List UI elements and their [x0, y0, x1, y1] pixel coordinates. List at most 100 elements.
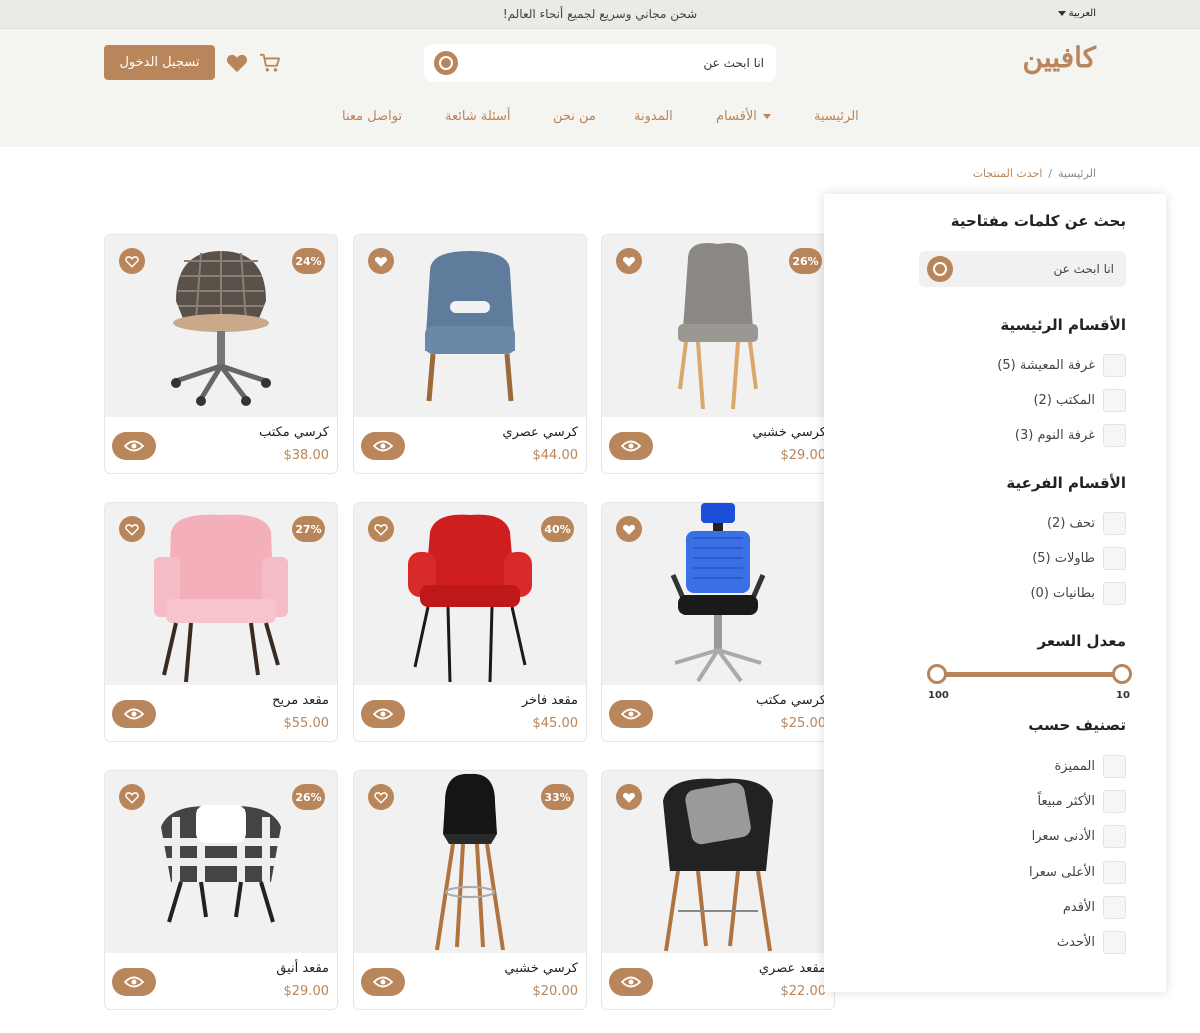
breadcrumb-home[interactable]: الرئيسية	[1058, 167, 1096, 180]
sort-option[interactable]: المميزة	[1054, 754, 1126, 778]
quick-view-button[interactable]	[361, 700, 405, 728]
product-card[interactable]: 33% كرسي خشبي $20.00	[353, 770, 587, 1010]
sort-option[interactable]: الأعلى سعرا	[1029, 860, 1126, 884]
product-card[interactable]: كرسي مكتب $25.00	[601, 502, 835, 742]
language-selector[interactable]: العربية	[1057, 8, 1096, 19]
product-name[interactable]: كرسي مكتب	[756, 693, 826, 708]
product-card[interactable]: 40% مقعد فاخر $45.00	[353, 502, 587, 742]
sub-categories-title: الأقسام الفرعية	[1006, 474, 1126, 492]
checkbox[interactable]	[1103, 895, 1126, 919]
eye-icon	[621, 708, 641, 720]
product-name[interactable]: مقعد عصري	[759, 961, 826, 976]
favorite-button[interactable]	[119, 248, 145, 274]
search-input[interactable]	[468, 44, 764, 82]
eye-icon	[124, 976, 144, 988]
checkbox[interactable]	[1103, 754, 1126, 778]
product-price: $44.00	[532, 448, 579, 463]
checkbox[interactable]	[1103, 824, 1126, 848]
option-label: بطانيات (0)	[1030, 585, 1095, 601]
product-name[interactable]: مقعد أنيق	[276, 961, 329, 976]
quick-view-button[interactable]	[609, 432, 653, 460]
favorite-button[interactable]	[368, 784, 394, 810]
price-range-title: معدل السعر	[1037, 632, 1127, 650]
product-price: $29.00	[283, 984, 330, 999]
product-name[interactable]: كرسي مكتب	[259, 425, 329, 440]
price-min-label: 10	[1116, 690, 1130, 701]
keyword-search-button[interactable]	[927, 256, 953, 282]
checkbox[interactable]	[1103, 581, 1126, 605]
option-label: الأعلى سعرا	[1028, 864, 1095, 880]
sub-category-option[interactable]: طاولات (5)	[1032, 546, 1126, 570]
product-card[interactable]: 26% كرسي خشبي $29.00	[601, 234, 835, 474]
product-name[interactable]: مقعد فاخر	[522, 693, 578, 708]
checkbox[interactable]	[1103, 546, 1126, 570]
search-bar	[424, 44, 776, 82]
main-category-option[interactable]: غرفة النوم (3)	[1015, 423, 1126, 447]
sub-category-option[interactable]: تحف (2)	[1047, 511, 1126, 535]
product-name[interactable]: كرسي عصري	[502, 425, 578, 440]
favorite-button[interactable]	[368, 248, 394, 274]
breadcrumb-separator: /	[1048, 167, 1053, 180]
quick-view-button[interactable]	[112, 700, 156, 728]
checkbox[interactable]	[1103, 789, 1126, 813]
quick-view-button[interactable]	[112, 968, 156, 996]
favorite-button[interactable]	[119, 784, 145, 810]
nav-blog[interactable]: المدونة	[634, 109, 673, 124]
eye-icon	[124, 440, 144, 452]
product-card[interactable]: كرسي عصري $44.00	[353, 234, 587, 474]
checkbox[interactable]	[1103, 423, 1126, 447]
nav-about[interactable]: من نحن	[553, 109, 596, 124]
product-card[interactable]: 24% كرسي مكتب $38.00	[104, 234, 338, 474]
favorite-button[interactable]	[119, 516, 145, 542]
site-logo[interactable]: كافيين	[1023, 41, 1096, 74]
quick-view-button[interactable]	[112, 432, 156, 460]
eye-icon	[621, 976, 641, 988]
product-name[interactable]: مقعد مريح	[272, 693, 329, 708]
main-category-option[interactable]: غرفة المعيشة (5)	[997, 353, 1126, 377]
product-card[interactable]: 26% مقعد أنيق $29.00	[104, 770, 338, 1010]
option-label: غرفة المعيشة (5)	[997, 357, 1095, 373]
sort-option[interactable]: الأكثر مبيعاً	[1038, 789, 1126, 813]
main-nav: الرئيسية الأقسام المدونة من نحن أسئلة شا…	[0, 107, 1200, 131]
product-name[interactable]: كرسي خشبي	[504, 961, 578, 976]
product-card[interactable]: مقعد عصري $22.00	[601, 770, 835, 1010]
favorite-button[interactable]	[616, 516, 642, 542]
sort-option[interactable]: الأقدم	[1063, 895, 1126, 919]
nav-contact[interactable]: تواصل معنا	[342, 109, 402, 124]
wishlist-heart-icon[interactable]	[226, 53, 248, 73]
keyword-search-input[interactable]	[959, 251, 1114, 287]
price-max-handle[interactable]	[927, 664, 947, 684]
nav-faq[interactable]: أسئلة شائعة	[445, 109, 511, 124]
discount-badge: 40%	[541, 516, 574, 542]
quick-view-button[interactable]	[609, 700, 653, 728]
discount-badge: 27%	[292, 516, 325, 542]
sub-category-option[interactable]: بطانيات (0)	[1030, 581, 1126, 605]
nav-categories[interactable]: الأقسام	[716, 109, 771, 124]
cart-icon[interactable]	[259, 53, 281, 73]
plaid-armchair-image	[161, 805, 281, 923]
sort-option[interactable]: الأدنى سعرا	[1032, 824, 1126, 848]
quick-view-button[interactable]	[361, 968, 405, 996]
product-card[interactable]: 27% مقعد مريح $55.00	[104, 502, 338, 742]
checkbox[interactable]	[1103, 511, 1126, 535]
favorite-button[interactable]	[368, 516, 394, 542]
price-range-track[interactable]	[936, 672, 1122, 677]
favorite-button[interactable]	[616, 248, 642, 274]
favorite-button[interactable]	[616, 784, 642, 810]
search-button[interactable]	[434, 51, 458, 75]
main-category-option[interactable]: المكتب (2)	[1033, 388, 1126, 412]
checkbox[interactable]	[1103, 388, 1126, 412]
quick-view-button[interactable]	[361, 432, 405, 460]
checkbox[interactable]	[1103, 860, 1126, 884]
nav-home[interactable]: الرئيسية	[814, 109, 859, 124]
promo-text: شحن مجاني وسريع لجميع أنحاء العالم!	[502, 7, 698, 21]
checkbox[interactable]	[1103, 930, 1126, 954]
checkbox[interactable]	[1103, 353, 1126, 377]
sort-option[interactable]: الأحدث	[1057, 930, 1126, 954]
product-name[interactable]: كرسي خشبي	[752, 425, 826, 440]
login-button[interactable]: تسجيل الدخول	[104, 45, 215, 80]
filter-sidebar: بحث عن كلمات مفتاحية الأقسام الرئيسية غر…	[824, 194, 1166, 992]
price-min-handle[interactable]	[1112, 664, 1132, 684]
product-price: $29.00	[780, 448, 827, 463]
quick-view-button[interactable]	[609, 968, 653, 996]
